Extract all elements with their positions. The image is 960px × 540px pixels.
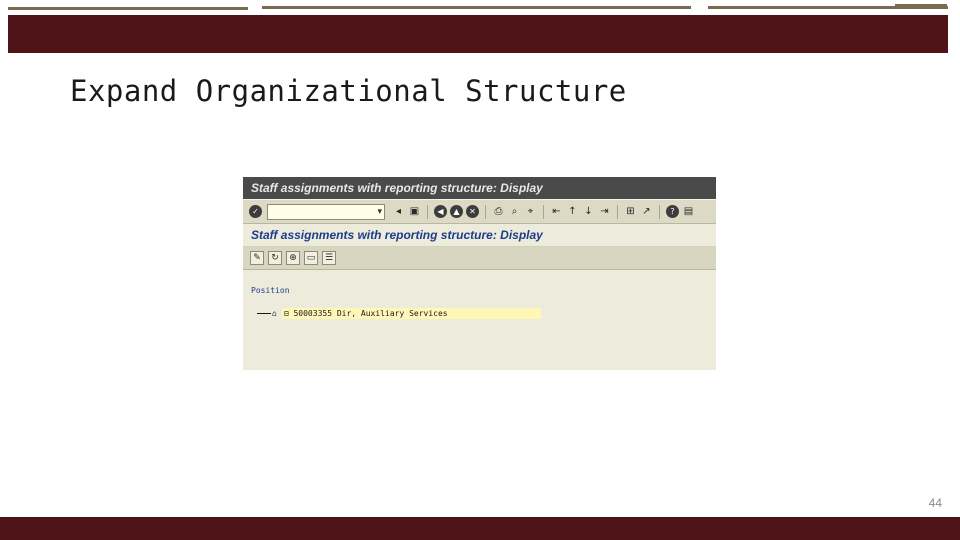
sap-system-toolbar: ✓ ▾ ◂ ▣ ◀ ▲ ✕ ⎙ ⌕ ⌖ ⇤ ↑ ↓ ⇥ ⊞ ↗ ? ▤ xyxy=(243,199,716,224)
toolbar-separator xyxy=(485,204,486,219)
find-icon[interactable]: ⌕ xyxy=(508,205,521,218)
list-icon[interactable]: ☰ xyxy=(322,251,336,265)
tree-node[interactable]: ⌂ ⊟ 50003355 Dir, Auxiliary Services xyxy=(257,308,541,319)
toolbar-separator xyxy=(543,204,544,219)
sap-screen-title: Staff assignments with reporting structu… xyxy=(243,224,716,247)
save-icon[interactable]: ▣ xyxy=(408,205,421,218)
cancel-icon[interactable]: ✕ xyxy=(466,205,479,218)
next-page-icon[interactable]: ↓ xyxy=(582,205,595,218)
tree-column-header: Position xyxy=(251,286,290,295)
layout-menu-icon[interactable]: ▤ xyxy=(682,205,695,218)
shortcut-icon[interactable]: ↗ xyxy=(640,205,653,218)
page-number: 44 xyxy=(928,496,942,510)
sap-window-title: Staff assignments with reporting structu… xyxy=(243,177,716,199)
collapse-icon[interactable]: ▭ xyxy=(304,251,318,265)
tree-area: Position ⌂ ⊟ 50003355 Dir, Auxiliary Ser… xyxy=(243,270,716,370)
folder-icon[interactable]: ⌂ xyxy=(272,309,277,318)
history-back-icon[interactable]: ◂ xyxy=(392,205,405,218)
sap-window: Staff assignments with reporting structu… xyxy=(243,177,716,370)
enter-icon[interactable]: ✓ xyxy=(249,205,262,218)
last-page-icon[interactable]: ⇥ xyxy=(598,205,611,218)
back-icon[interactable]: ◀ xyxy=(434,205,447,218)
tree-node-prefix: ⊟ xyxy=(283,309,289,318)
toolbar-separator xyxy=(617,204,618,219)
header-band xyxy=(8,15,948,53)
find-next-icon[interactable]: ⌖ xyxy=(524,205,537,218)
choose-icon[interactable]: ✎ xyxy=(250,251,264,265)
top-deco-line xyxy=(8,7,248,10)
expand-icon[interactable]: ⊕ xyxy=(286,251,300,265)
print-icon[interactable]: ⎙ xyxy=(492,205,505,218)
tree-node-label[interactable]: ⊟ 50003355 Dir, Auxiliary Services xyxy=(281,308,541,319)
tree-node-text: 50003355 Dir, Auxiliary Services xyxy=(293,309,448,318)
top-deco-line xyxy=(262,6,691,9)
slide-title: Expand Organizational Structure xyxy=(70,74,627,108)
tree-connector xyxy=(257,313,271,314)
command-field[interactable]: ▾ xyxy=(267,203,385,220)
create-session-icon[interactable]: ⊞ xyxy=(624,205,637,218)
exit-icon[interactable]: ▲ xyxy=(450,205,463,218)
top-deco-line xyxy=(895,4,947,6)
first-page-icon[interactable]: ⇤ xyxy=(550,205,563,218)
toolbar-separator xyxy=(659,204,660,219)
sap-application-toolbar: ✎ ↻ ⊕ ▭ ☰ xyxy=(243,247,716,270)
help-icon[interactable]: ? xyxy=(666,205,679,218)
footer-band xyxy=(0,517,960,540)
refresh-icon[interactable]: ↻ xyxy=(268,251,282,265)
toolbar-separator xyxy=(427,204,428,219)
dropdown-icon[interactable]: ▾ xyxy=(377,205,382,219)
previous-page-icon[interactable]: ↑ xyxy=(566,205,579,218)
top-deco-line xyxy=(708,6,948,9)
